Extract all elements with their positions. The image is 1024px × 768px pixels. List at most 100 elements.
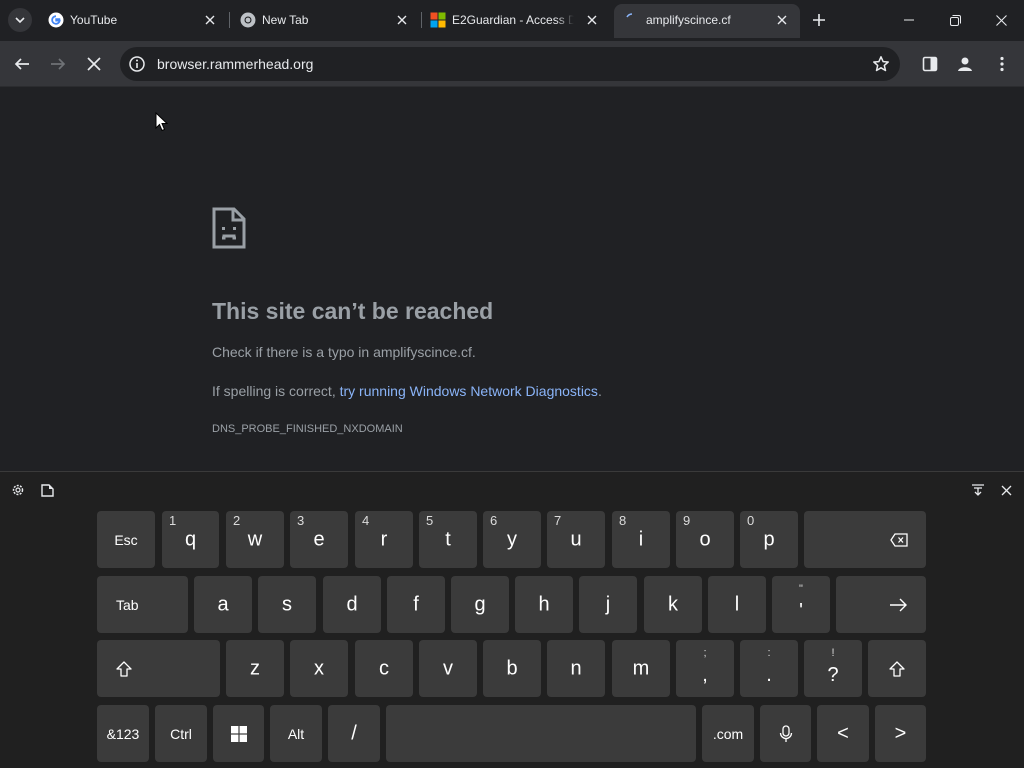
key-g[interactable]: g xyxy=(451,576,509,633)
keyboard-layout-button[interactable] xyxy=(970,482,986,498)
close-tab-button[interactable] xyxy=(774,12,790,28)
key-j[interactable]: j xyxy=(579,576,637,633)
tab-search-button[interactable] xyxy=(8,8,32,32)
key-m[interactable]: m xyxy=(612,640,670,697)
profile-icon xyxy=(958,57,972,71)
key-d[interactable]: d xyxy=(323,576,381,633)
key-arrow-left[interactable]: < xyxy=(817,705,869,762)
key-dictation[interactable] xyxy=(760,705,811,762)
close-window-button[interactable] xyxy=(978,0,1024,40)
tab-amplifyscince[interactable]: amplifyscince.cf xyxy=(614,4,800,38)
tab-new-tab[interactable]: New Tab xyxy=(230,4,420,38)
key-label: a xyxy=(217,593,229,615)
key-label: s xyxy=(282,593,292,615)
key-v[interactable]: v xyxy=(419,640,477,697)
address-bar[interactable]: browser.rammerhead.org xyxy=(120,47,900,81)
key-o[interactable]: 9o xyxy=(676,511,734,568)
key-alt[interactable]: Alt xyxy=(270,705,322,762)
tab-e2guardian[interactable]: E2Guardian - Access D xyxy=(420,4,610,38)
key-s[interactable]: s xyxy=(258,576,316,633)
key-r[interactable]: 4r xyxy=(355,511,413,568)
sticker-icon xyxy=(40,483,54,497)
key-space[interactable] xyxy=(386,705,696,762)
menu-button[interactable] xyxy=(989,51,1015,77)
key-a[interactable]: a xyxy=(194,576,252,633)
key-p[interactable]: 0p xyxy=(740,511,798,568)
new-tab-button[interactable] xyxy=(808,9,830,31)
error-code: DNS_PROBE_FINISHED_NXDOMAIN xyxy=(212,423,403,435)
key-u[interactable]: 7u xyxy=(547,511,605,568)
profile-button[interactable] xyxy=(952,51,978,77)
key-label: Tab xyxy=(116,596,139,613)
key-apostrophe[interactable]: " ' xyxy=(772,576,830,633)
key-label: t xyxy=(445,528,451,550)
key-label: Ctrl xyxy=(170,725,192,742)
error-diagnostics-hint: If spelling is correct, try running Wind… xyxy=(212,383,602,399)
key-label: o xyxy=(699,528,711,550)
key-label: w xyxy=(247,528,263,550)
key-label: m xyxy=(632,657,650,679)
restore-button[interactable] xyxy=(932,0,978,40)
key-l[interactable]: l xyxy=(708,576,766,633)
back-button[interactable] xyxy=(9,51,35,77)
tab-title: New Tab xyxy=(262,13,309,27)
key-f[interactable]: f xyxy=(387,576,445,633)
key-shift-right[interactable] xyxy=(868,640,926,697)
url-text[interactable]: browser.rammerhead.org xyxy=(157,56,313,72)
network-diagnostics-link[interactable]: try running Windows Network Diagnostics xyxy=(340,383,598,399)
close-tab-button[interactable] xyxy=(394,12,410,28)
key-y[interactable]: 6y xyxy=(483,511,541,568)
close-tab-button[interactable] xyxy=(584,12,600,28)
key-c[interactable]: c xyxy=(355,640,413,697)
key-symbols[interactable]: &123 xyxy=(97,705,149,762)
star-bookmark-icon[interactable] xyxy=(872,55,890,73)
sticker-button[interactable] xyxy=(39,482,55,498)
key-slash[interactable]: / xyxy=(328,705,380,762)
key-label: x xyxy=(314,657,324,679)
close-tab-button[interactable] xyxy=(202,12,218,28)
side-panel-button[interactable] xyxy=(917,51,943,77)
key-period[interactable]: :. xyxy=(740,640,798,697)
key-n[interactable]: n xyxy=(547,640,605,697)
key-dotcom[interactable]: .com xyxy=(702,705,754,762)
stop-loading-button[interactable] xyxy=(81,51,107,77)
key-k[interactable]: k xyxy=(644,576,702,633)
key-label: n xyxy=(570,657,582,679)
key-label: < xyxy=(837,722,849,744)
key-h[interactable]: h xyxy=(515,576,573,633)
keyboard-settings-button[interactable] xyxy=(10,482,26,498)
key-sublabel: 6 xyxy=(490,513,498,528)
key-q[interactable]: 1q xyxy=(162,511,219,568)
info-icon[interactable] xyxy=(128,55,146,73)
key-ctrl[interactable]: Ctrl xyxy=(155,705,207,762)
diagnostics-suffix: . xyxy=(597,383,602,399)
key-z[interactable]: z xyxy=(226,640,284,697)
key-t[interactable]: 5t xyxy=(419,511,477,568)
key-tab[interactable]: Tab xyxy=(97,576,188,633)
key-shift-left[interactable] xyxy=(97,640,220,697)
microsoft-icon xyxy=(430,12,446,28)
key-backspace[interactable] xyxy=(804,511,926,568)
key-enter[interactable] xyxy=(836,576,926,633)
minimize-button[interactable] xyxy=(886,0,932,40)
key-label: g xyxy=(474,593,486,615)
key-w[interactable]: 2w xyxy=(226,511,284,568)
key-e[interactable]: 3e xyxy=(290,511,348,568)
diagnostics-prefix: If spelling is correct, xyxy=(212,383,340,399)
key-i[interactable]: 8i xyxy=(612,511,670,568)
key-comma[interactable]: ;, xyxy=(676,640,734,697)
key-b[interactable]: b xyxy=(483,640,541,697)
tab-youtube[interactable]: YouTube xyxy=(38,4,228,38)
more-vertical-icon xyxy=(1000,56,1004,72)
key-windows[interactable] xyxy=(213,705,264,762)
key-arrow-right[interactable]: > xyxy=(875,705,926,762)
key-sublabel: 1 xyxy=(169,513,177,528)
keyboard-close-button[interactable] xyxy=(998,482,1014,498)
key-esc[interactable]: Esc xyxy=(97,511,155,568)
key-question[interactable]: !? xyxy=(804,640,862,697)
forward-button[interactable] xyxy=(45,51,71,77)
key-label: z xyxy=(250,657,260,679)
arrow-left-icon xyxy=(14,58,29,70)
key-sublabel: 3 xyxy=(297,513,305,528)
key-x[interactable]: x xyxy=(290,640,348,697)
